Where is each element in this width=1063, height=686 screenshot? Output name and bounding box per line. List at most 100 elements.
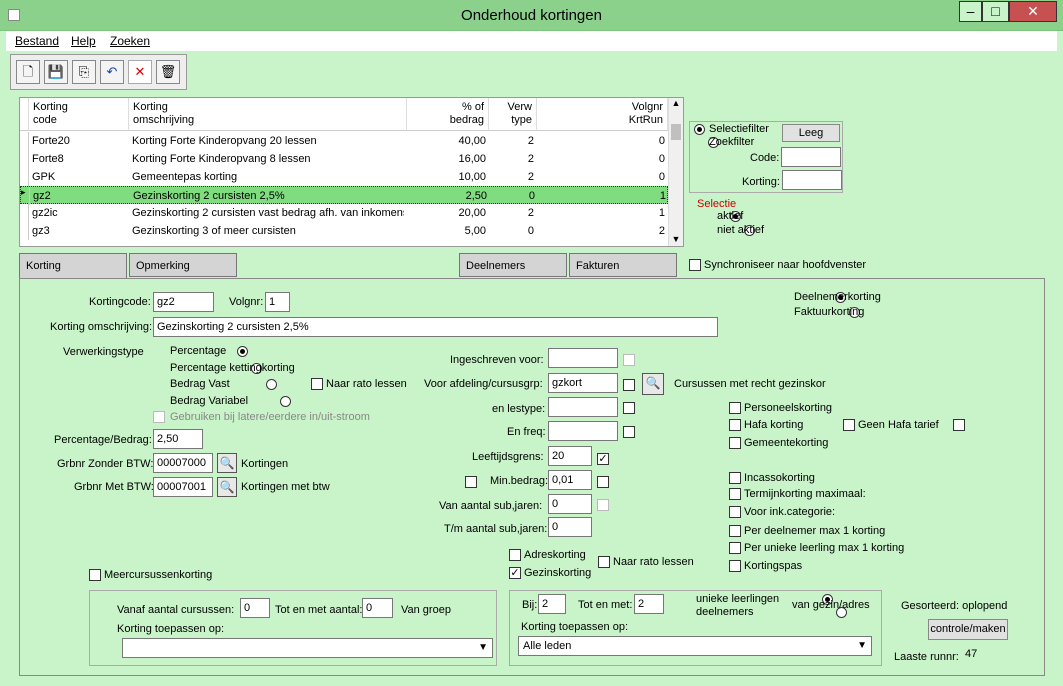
filter-code-input[interactable]: [781, 147, 841, 167]
grid-header-type[interactable]: Verw type: [489, 98, 537, 131]
kortingspas-checkbox[interactable]: [729, 560, 741, 572]
kettingkorting-label: Percentage kettingkorting: [170, 362, 295, 374]
grid-header-code[interactable]: Korting code: [29, 98, 129, 131]
geen-hafa-checkbox[interactable]: [843, 419, 855, 431]
selectie-title: Selectie: [697, 198, 737, 210]
gemeentekorting-checkbox[interactable]: [729, 437, 741, 449]
copy-icon[interactable]: ⎘: [72, 60, 96, 84]
minbedrag-label: Min.bedrag:: [490, 475, 549, 487]
pct-input[interactable]: 2,50: [153, 429, 203, 449]
lestype-input[interactable]: [548, 397, 618, 417]
new-icon[interactable]: 🗋: [16, 60, 40, 84]
kortingcode-input[interactable]: gz2: [153, 292, 214, 312]
row-indicator[interactable]: [20, 150, 29, 168]
gezinskorting-checkbox[interactable]: ✓: [509, 567, 521, 579]
table-cell: Forte8: [32, 153, 64, 165]
afdeling-input[interactable]: gzkort: [548, 373, 618, 393]
laaste-label: Laaste runnr:: [894, 651, 959, 663]
per-deelnemer-checkbox[interactable]: [729, 525, 741, 537]
tab-fakturen[interactable]: Fakturen: [569, 253, 677, 277]
table-row[interactable]: Forte8 Korting Forte Kinderopvang 8 lesse…: [20, 150, 668, 168]
termijn-checkbox[interactable]: [729, 488, 741, 500]
leeftijd-checkbox[interactable]: ✓: [597, 453, 609, 465]
per-leerling-checkbox[interactable]: [729, 542, 741, 554]
gesorteerd-label: Gesorteerd: oplopend: [901, 600, 1008, 612]
geen-hafa-checkbox-2[interactable]: [953, 419, 965, 431]
selectiefilter-radio[interactable]: [694, 124, 705, 135]
row-indicator[interactable]: [20, 204, 29, 222]
tab-korting[interactable]: Korting: [19, 253, 127, 279]
totmet-input[interactable]: 2: [634, 594, 664, 614]
grid-header-bedrag[interactable]: % of bedrag: [407, 98, 489, 131]
row-indicator[interactable]: ▸: [21, 187, 30, 205]
leeg-button[interactable]: Leeg: [782, 124, 840, 142]
discount-grid[interactable]: Korting code Korting omschrijving % of bedr…: [19, 97, 684, 247]
meercursus-checkbox[interactable]: [89, 569, 101, 581]
van-groep-label: Van groep: [401, 604, 451, 616]
tab-deelnemers[interactable]: Deelnemers: [459, 253, 567, 277]
minbedrag-input[interactable]: 0,01: [548, 470, 592, 490]
naar-rato-checkbox[interactable]: [311, 378, 323, 390]
adreskorting-checkbox[interactable]: [509, 549, 521, 561]
zonder-btw-search-icon[interactable]: 🔍: [217, 453, 237, 473]
hafa-checkbox[interactable]: [729, 419, 741, 431]
controle-button[interactable]: controle/maken: [928, 619, 1008, 640]
sync-checkbox[interactable]: [689, 259, 701, 271]
filter-korting-input[interactable]: [782, 170, 842, 190]
row-indicator[interactable]: [20, 168, 29, 186]
table-row[interactable]: ▸ gz2 Gezinskorting 2 cursisten 2,5% 2,50 0 1: [20, 186, 668, 205]
close-button[interactable]: ✕: [1009, 1, 1057, 22]
zonder-btw-input[interactable]: 00007000: [153, 453, 213, 473]
ingeschreven-input[interactable]: [548, 348, 618, 368]
afdeling-checkbox[interactable]: [623, 379, 635, 391]
afdeling-search-icon[interactable]: 🔍: [642, 373, 664, 395]
volgnr-input[interactable]: 1: [265, 292, 290, 312]
ingeschreven-checkbox[interactable]: [623, 354, 635, 366]
leeftijd-input[interactable]: 20: [548, 446, 592, 466]
undo-icon[interactable]: ↶: [100, 60, 124, 84]
omschr-input[interactable]: Gezinskorting 2 cursisten 2,5%: [153, 317, 718, 337]
freq-input[interactable]: [548, 421, 618, 441]
cancel-icon[interactable]: ✕: [128, 60, 152, 84]
toepassen-dropdown[interactable]: ▼: [122, 638, 493, 658]
vanaf-input[interactable]: 0: [240, 598, 270, 618]
row-indicator[interactable]: [20, 132, 29, 150]
freq-checkbox[interactable]: [623, 426, 635, 438]
gebruiken-checkbox[interactable]: [153, 411, 165, 423]
tab-opmerking[interactable]: Opmerking: [129, 253, 237, 277]
grid-header-omschrijving[interactable]: Korting omschrijving: [129, 98, 407, 131]
van-sub-checkbox[interactable]: [597, 499, 609, 511]
grid-header-volgnr[interactable]: Volgnr KrtRun: [537, 98, 668, 131]
table-cell: 2: [527, 135, 534, 147]
minimize-button[interactable]: –: [959, 1, 982, 22]
minbedrag-checkbox-2[interactable]: [597, 476, 609, 488]
bij-input[interactable]: 2: [538, 594, 566, 614]
table-row[interactable]: gz2ic Gezinskorting 2 cursisten vast bedr…: [20, 204, 668, 222]
menu-help[interactable]: Help: [71, 34, 96, 48]
incasso-checkbox[interactable]: [729, 472, 741, 484]
delete-icon[interactable]: 🗑: [156, 60, 180, 84]
bedrag-vast-radio[interactable]: [265, 379, 277, 390]
tot-input[interactable]: 0: [362, 598, 393, 618]
bedrag-variabel-radio[interactable]: [279, 396, 291, 407]
table-row[interactable]: Forte20 Korting Forte Kinderopvang 20 les…: [20, 132, 668, 150]
table-row[interactable]: gz3 Gezinskorting 3 of meer cursisten 5,00…: [20, 222, 668, 240]
table-row[interactable]: GPK Gemeentepas korting 10,00 2 0: [20, 168, 668, 186]
lestype-checkbox[interactable]: [623, 402, 635, 414]
naar-rato-2-checkbox[interactable]: [598, 556, 610, 568]
row-indicator[interactable]: [20, 222, 29, 240]
toepassen2-dropdown[interactable]: Alle leden ▼: [518, 636, 872, 656]
met-btw-input[interactable]: 00007001: [153, 477, 213, 497]
minbedrag-checkbox[interactable]: [465, 476, 477, 488]
tm-sub-input[interactable]: 0: [548, 517, 592, 537]
menu-zoeken[interactable]: Zoeken: [110, 34, 150, 48]
inkcat-checkbox[interactable]: [729, 506, 741, 518]
save-icon[interactable]: 💾: [44, 60, 68, 84]
van-sub-input[interactable]: 0: [548, 494, 592, 514]
menu-bestand[interactable]: Bestand: [15, 34, 59, 48]
maximize-button[interactable]: □: [982, 1, 1009, 22]
personeelskorting-checkbox[interactable]: [729, 402, 741, 414]
cursussen-text: Cursussen met recht gezinskor: [674, 378, 826, 390]
met-btw-search-icon[interactable]: 🔍: [217, 477, 237, 497]
grid-scrollbar[interactable]: ▲ ▼: [668, 98, 683, 246]
